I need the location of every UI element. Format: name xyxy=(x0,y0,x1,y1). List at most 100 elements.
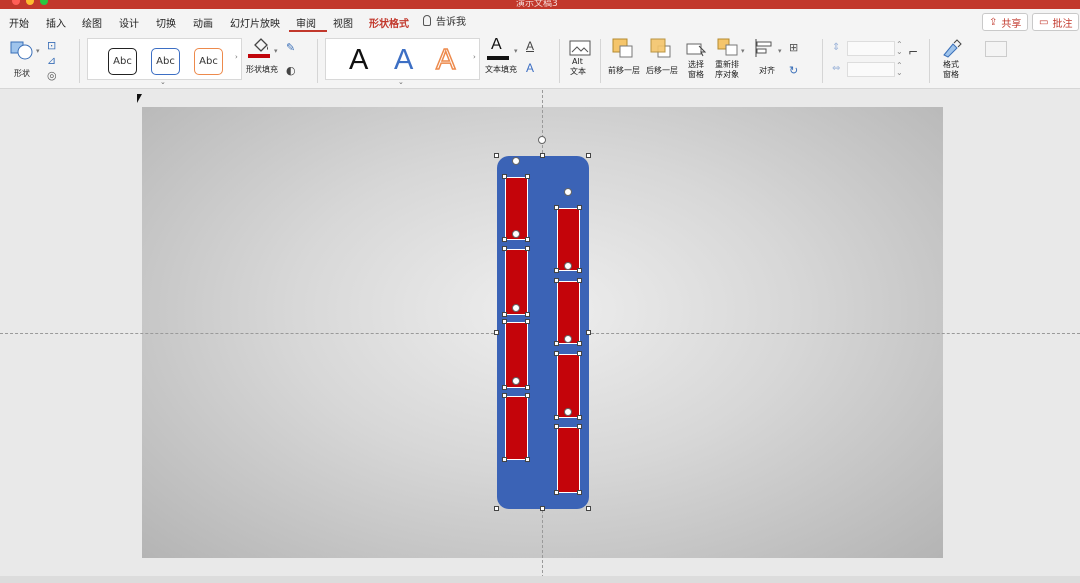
text-fill-button[interactable]: A 文本填充 xyxy=(485,36,519,81)
tab-design[interactable]: 设计 xyxy=(119,15,139,30)
tab-slideshow[interactable]: 幻灯片放映 xyxy=(230,15,280,30)
resize-handle[interactable] xyxy=(554,351,559,356)
resize-handle[interactable] xyxy=(554,341,559,346)
resize-handle[interactable] xyxy=(554,278,559,283)
resize-handle[interactable] xyxy=(502,319,507,324)
text-fill-dropdown-chevron[interactable]: ▾ xyxy=(514,47,518,55)
shape-styles-next-icon[interactable]: › xyxy=(235,53,238,61)
resize-handle[interactable] xyxy=(586,330,591,335)
resize-handle[interactable] xyxy=(554,415,559,420)
resize-handle[interactable] xyxy=(525,237,530,242)
resize-handle[interactable] xyxy=(577,278,582,283)
align-dropdown-chevron[interactable]: ▾ xyxy=(778,47,782,55)
shape-fill-button[interactable]: 形状填充 xyxy=(246,37,280,81)
resize-handle[interactable] xyxy=(494,506,499,511)
wordart-style-black[interactable]: A xyxy=(349,44,368,77)
shape-style-2[interactable]: Abc xyxy=(151,48,180,75)
resize-handle[interactable] xyxy=(577,341,582,346)
width-stepper[interactable]: ⌃ ⌄ xyxy=(896,62,903,77)
rotate-handle[interactable] xyxy=(564,335,572,343)
resize-handle[interactable] xyxy=(577,490,582,495)
rotate-handle[interactable] xyxy=(538,136,546,144)
resize-handle[interactable] xyxy=(502,174,507,179)
tab-view[interactable]: 视图 xyxy=(333,15,353,30)
tab-draw[interactable]: 绘图 xyxy=(82,15,102,30)
resize-handle[interactable] xyxy=(502,246,507,251)
resize-handle[interactable] xyxy=(494,153,499,158)
comments-button[interactable]: ▭ 批注 xyxy=(1032,13,1080,31)
resize-handle[interactable] xyxy=(525,174,530,179)
resize-handle[interactable] xyxy=(525,246,530,251)
rotate-handle[interactable] xyxy=(564,188,572,196)
group-objects-icon[interactable]: ⊞ xyxy=(789,41,798,54)
shape-style-1[interactable]: Abc xyxy=(108,48,137,75)
fill-dropdown-chevron[interactable]: ▾ xyxy=(274,47,278,55)
resize-handle[interactable] xyxy=(586,153,591,158)
resize-handle[interactable] xyxy=(525,312,530,317)
wordart-next-icon[interactable]: › xyxy=(473,53,476,61)
resize-handle[interactable] xyxy=(502,393,507,398)
rotate-handle[interactable] xyxy=(512,304,520,312)
shape-effects-icon[interactable]: ◐ xyxy=(286,64,296,77)
text-effects-icon[interactable]: A xyxy=(526,61,534,75)
resize-handle[interactable] xyxy=(525,393,530,398)
resize-handle[interactable] xyxy=(494,330,499,335)
format-pane-button[interactable]: 格式 窗格 xyxy=(937,38,967,84)
share-button[interactable]: ⇪ 共享 xyxy=(982,13,1029,31)
shape-styles-more-icon[interactable]: ⌄ xyxy=(160,78,166,86)
height-input[interactable] xyxy=(847,41,895,56)
selection-pane-button[interactable]: 选择 窗格 xyxy=(684,38,710,84)
resize-handle[interactable] xyxy=(525,319,530,324)
shape-style-3[interactable]: Abc xyxy=(194,48,223,75)
lock-aspect-icon[interactable]: ⌐ xyxy=(908,45,918,59)
shape-dropdown-chevron[interactable]: ▾ xyxy=(36,47,40,55)
resize-handle[interactable] xyxy=(554,205,559,210)
send-backward-button[interactable]: 后移一层 xyxy=(646,38,682,82)
rotate-handle[interactable] xyxy=(564,262,572,270)
resize-handle[interactable] xyxy=(554,424,559,429)
resize-handle[interactable] xyxy=(525,385,530,390)
tab-shape-format[interactable]: 形状格式 xyxy=(369,15,409,30)
resize-handle[interactable] xyxy=(577,268,582,273)
resize-handle[interactable] xyxy=(577,205,582,210)
tab-review[interactable]: 审阅 xyxy=(296,15,316,30)
rotate-handle[interactable] xyxy=(564,408,572,416)
close-window-button[interactable] xyxy=(12,0,20,5)
tell-me-search[interactable]: 告诉我 xyxy=(423,13,466,28)
resize-handle[interactable] xyxy=(502,312,507,317)
tab-home[interactable]: 开始 xyxy=(9,15,29,30)
reorder-dropdown-chevron[interactable]: ▾ xyxy=(741,47,745,55)
width-input[interactable] xyxy=(847,62,895,77)
wordart-style-blue[interactable]: A xyxy=(394,44,413,77)
text-outline-icon[interactable]: A xyxy=(526,39,534,53)
align-button[interactable]: 对齐 xyxy=(750,38,782,82)
resize-handle[interactable] xyxy=(502,457,507,462)
zoom-window-button[interactable] xyxy=(40,0,48,5)
minimize-window-button[interactable] xyxy=(26,0,34,5)
resize-handle[interactable] xyxy=(554,490,559,495)
resize-handle[interactable] xyxy=(586,506,591,511)
resize-handle[interactable] xyxy=(577,351,582,356)
edit-shape-icon[interactable]: ⊡ xyxy=(47,39,56,52)
tab-insert[interactable]: 插入 xyxy=(46,15,66,30)
resize-handle[interactable] xyxy=(540,506,545,511)
alt-text-button[interactable]: Alt 文本 xyxy=(566,37,594,83)
resize-handle[interactable] xyxy=(502,237,507,242)
rotate-handle[interactable] xyxy=(512,377,520,385)
resize-handle[interactable] xyxy=(577,424,582,429)
resize-handle[interactable] xyxy=(577,415,582,420)
wordart-more-icon[interactable]: ⌄ xyxy=(398,78,404,86)
rotate-objects-icon[interactable]: ↻ xyxy=(789,64,798,77)
rotate-handle[interactable] xyxy=(512,230,520,238)
tab-transitions[interactable]: 切换 xyxy=(156,15,176,30)
text-box-icon[interactable]: ⊿ xyxy=(47,54,56,67)
bring-forward-button[interactable]: 前移一层 xyxy=(608,38,644,82)
resize-handle[interactable] xyxy=(525,457,530,462)
reorder-objects-button[interactable]: 重新排 序对象 xyxy=(713,38,745,84)
rotate-handle[interactable] xyxy=(512,157,520,165)
insert-shape-button[interactable]: 形状 xyxy=(8,39,40,79)
red-rectangle[interactable] xyxy=(505,396,528,460)
resize-handle[interactable] xyxy=(554,268,559,273)
merge-shapes-icon[interactable]: ◎ xyxy=(47,69,57,82)
tab-animations[interactable]: 动画 xyxy=(193,15,213,30)
